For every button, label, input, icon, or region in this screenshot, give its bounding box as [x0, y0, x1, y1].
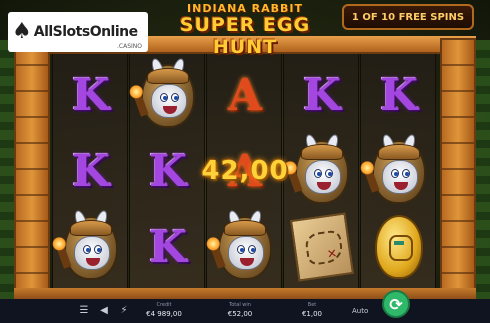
symbol-k: K	[365, 58, 433, 132]
symbol-map	[288, 210, 356, 284]
speaker-icon[interactable]: ◀	[96, 303, 112, 319]
credit-label: Credit	[156, 302, 172, 308]
rabbit-icon	[133, 56, 199, 130]
k-letter: K	[302, 69, 342, 121]
symbol-k: K	[57, 58, 125, 132]
symbol-rabbit	[210, 208, 279, 284]
a-letter: A	[227, 69, 263, 121]
credit-display: Credit €4 989,00	[144, 302, 184, 319]
stone-pillar-left	[14, 38, 50, 296]
total-win-value: €52,00	[227, 310, 253, 318]
game-title: INDIANA RABBIT SUPER EGG HUNT	[155, 2, 335, 58]
bet-value: €1,00	[301, 310, 323, 318]
logo-suffix: .CASINO	[117, 43, 142, 50]
refresh-icon: ⟳	[389, 294, 403, 314]
control-bar: ☰ ◀ ⚡ Credit €4 989,00 Total win €52,00 …	[0, 299, 490, 323]
golden-egg-icon	[375, 215, 423, 279]
reel-5: K	[360, 54, 436, 290]
bet-display[interactable]: Bet €1,00	[296, 302, 328, 319]
symbol-k: K	[57, 134, 125, 208]
spin-button[interactable]: ⟳	[382, 290, 410, 318]
symbol-a: A	[211, 58, 279, 132]
credit-value: €4 989,00	[146, 310, 182, 318]
casino-logo: ♠ AllSlotsOnline .CASINO	[8, 12, 148, 52]
symbol-rabbit	[56, 208, 125, 284]
symbol-k: K	[288, 58, 356, 132]
game-title-main: SUPER EGG HUNT	[179, 14, 311, 58]
stone-pillar-right	[440, 38, 476, 296]
reel-1: K K	[52, 54, 128, 290]
k-letter: K	[71, 69, 111, 121]
menu-icon[interactable]: ☰	[76, 303, 92, 319]
total-win-label: Total win	[229, 302, 251, 308]
spade-icon: ♠	[12, 19, 32, 44]
symbol-k: K	[134, 210, 202, 284]
symbol-golden-egg	[365, 210, 433, 284]
symbol-rabbit	[133, 56, 202, 132]
logo-brand: AllSlotsOnline	[33, 24, 138, 40]
lightning-icon[interactable]: ⚡	[116, 303, 132, 319]
rabbit-icon	[56, 208, 122, 282]
k-letter: K	[379, 69, 419, 121]
win-amount: 42,00	[201, 156, 289, 186]
treasure-map-icon	[289, 212, 355, 282]
rabbit-icon	[210, 208, 276, 282]
k-letter: K	[148, 221, 188, 273]
rabbit-icon	[364, 132, 430, 206]
auto-button[interactable]: Auto	[352, 307, 368, 315]
bet-label: Bet	[307, 302, 317, 308]
k-letter: K	[71, 145, 111, 197]
free-spins-counter: 1 OF 10 FREE SPINS	[342, 4, 474, 30]
total-win-display: Total win €52,00	[220, 302, 260, 319]
symbol-rabbit	[364, 132, 433, 208]
